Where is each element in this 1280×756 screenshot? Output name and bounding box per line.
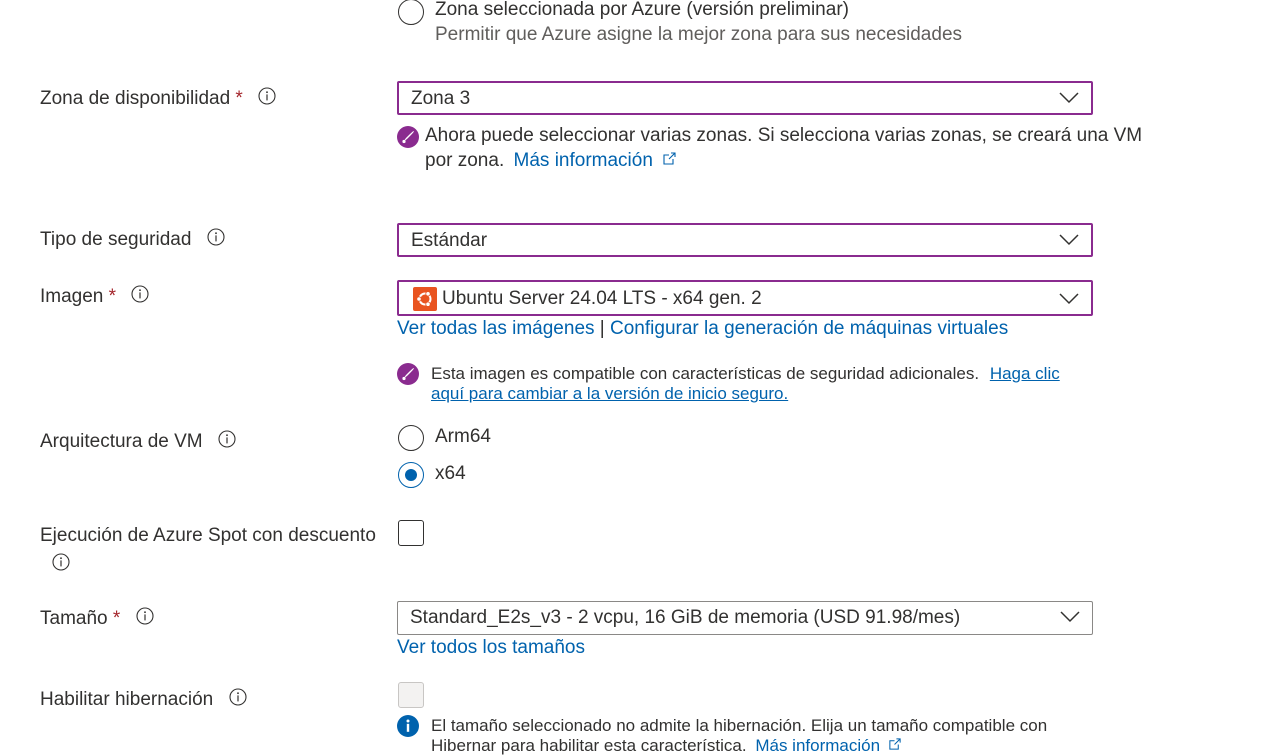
hibernation-checkbox[interactable] xyxy=(398,682,424,708)
configure-vm-generation-link[interactable]: Configurar la generación de máquinas vir… xyxy=(610,318,1008,339)
view-all-sizes-link[interactable]: Ver todos los tamaños xyxy=(397,637,585,659)
chevron-down-icon xyxy=(1060,611,1080,623)
security-type-label-row: Tipo de seguridad xyxy=(40,228,225,252)
image-dropdown[interactable]: Ubuntu Server 24.04 LTS - x64 gen. 2 xyxy=(397,280,1093,316)
image-label: Imagen xyxy=(40,286,104,308)
hibernation-more-info-link[interactable]: Más información xyxy=(755,736,901,755)
rocket-icon xyxy=(397,126,419,154)
x64-label: x64 xyxy=(435,463,466,484)
size-dropdown[interactable]: Standard_E2s_v3 - 2 vcpu, 16 GiB de memo… xyxy=(397,601,1093,635)
size-label-row: Tamaño * xyxy=(40,607,154,631)
size-value: Standard_E2s_v3 - 2 vcpu, 16 GiB de memo… xyxy=(410,607,961,628)
spot-checkbox[interactable] xyxy=(398,520,424,546)
hibernation-more-info-link-label: Más información xyxy=(755,736,881,755)
hibernation-notice-line1: El tamaño seleccionado no admite la hibe… xyxy=(431,716,1048,735)
required-mark: * xyxy=(235,88,243,110)
image-label-row: Imagen * xyxy=(40,285,149,309)
availability-zone-notice-line2: por zona. xyxy=(425,150,505,171)
azure-selected-zone-label: Zona seleccionada por Azure (versión pre… xyxy=(435,0,849,20)
info-filled-icon xyxy=(397,715,419,743)
vm-architecture-label-row: Arquitectura de VM xyxy=(40,430,236,454)
image-links-row: Ver todas las imágenes | Configurar la g… xyxy=(397,318,1008,340)
more-info-link[interactable]: Más información xyxy=(514,150,678,171)
availability-zone-notice-line1: Ahora puede seleccionar varias zonas. Si… xyxy=(425,125,1143,146)
image-value: Ubuntu Server 24.04 LTS - x64 gen. 2 xyxy=(442,288,762,309)
link-separator: | xyxy=(599,318,605,339)
chevron-down-icon xyxy=(1059,234,1079,246)
ubuntu-logo-icon xyxy=(413,287,437,311)
availability-zone-value: Zona 3 xyxy=(411,88,471,109)
hibernation-notice-line2-row: Hibernar para habilitar esta característ… xyxy=(431,736,902,756)
security-type-dropdown[interactable]: Estándar xyxy=(397,223,1093,257)
info-icon[interactable] xyxy=(131,285,149,309)
more-info-link-label: Más información xyxy=(513,150,653,171)
info-icon[interactable] xyxy=(258,87,276,111)
size-label: Tamaño xyxy=(40,608,108,630)
info-icon[interactable] xyxy=(218,430,236,454)
external-link-icon xyxy=(663,152,676,165)
image-notice-line1: Esta imagen es compatible con caracterís… xyxy=(431,364,1060,384)
required-mark: * xyxy=(112,608,121,630)
spot-label: Ejecución de Azure Spot con descuento xyxy=(40,525,376,546)
image-notice-text: Esta imagen es compatible con caracterís… xyxy=(431,364,980,383)
rocket-icon xyxy=(397,363,419,391)
hibernation-label: Habilitar hibernación xyxy=(40,689,214,711)
view-all-images-link[interactable]: Ver todas las imágenes xyxy=(397,318,595,339)
hibernation-notice-line2: Hibernar para habilitar esta característ… xyxy=(431,736,747,755)
azure-selected-zone-description: Permitir que Azure asigne la mejor zona … xyxy=(435,24,963,45)
info-icon[interactable] xyxy=(207,228,225,252)
info-icon[interactable] xyxy=(52,553,70,577)
chevron-down-icon xyxy=(1059,293,1079,305)
trusted-launch-link-part2[interactable]: aquí para cambiar a la versión de inicio… xyxy=(431,384,788,403)
hibernation-label-row: Habilitar hibernación xyxy=(40,688,247,712)
image-notice-line2: aquí para cambiar a la versión de inicio… xyxy=(431,384,788,404)
info-icon[interactable] xyxy=(136,607,154,631)
security-type-label: Tipo de seguridad xyxy=(40,229,192,251)
trusted-launch-link-part1[interactable]: Haga clic xyxy=(990,364,1060,383)
availability-zone-label-row: Zona de disponibilidad * xyxy=(40,87,276,111)
x64-radio[interactable] xyxy=(398,462,424,488)
chevron-down-icon xyxy=(1059,92,1079,104)
availability-zone-notice-line2-row: por zona. Más información xyxy=(425,150,677,172)
security-type-value: Estándar xyxy=(411,230,488,251)
info-icon[interactable] xyxy=(228,688,247,712)
vm-architecture-label: Arquitectura de VM xyxy=(40,431,203,453)
arm64-radio[interactable] xyxy=(398,425,424,451)
arm64-label: Arm64 xyxy=(435,426,491,447)
azure-selected-zone-radio[interactable] xyxy=(398,0,424,25)
availability-zone-label: Zona de disponibilidad xyxy=(40,88,231,110)
required-mark: * xyxy=(108,286,117,308)
availability-zone-dropdown[interactable]: Zona 3 xyxy=(397,81,1093,115)
